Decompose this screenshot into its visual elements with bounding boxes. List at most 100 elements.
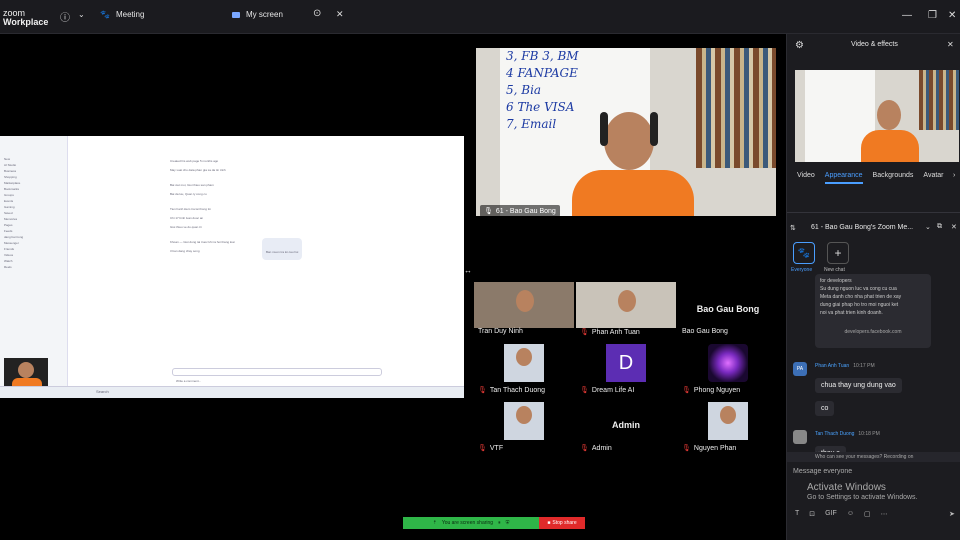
tab-video[interactable]: Video bbox=[797, 172, 815, 184]
participant-tile[interactable]: Bao Gau Bong Bao Gau Bong bbox=[678, 282, 778, 339]
logo-line2: Workplace bbox=[3, 17, 49, 27]
stop-share-button[interactable]: ■ Stop share bbox=[539, 517, 585, 529]
participant-tile[interactable]: Tran Duy Ninh bbox=[474, 282, 574, 339]
pause-icon[interactable]: ⏸ bbox=[498, 520, 501, 526]
send-icon[interactable]: ➤ bbox=[949, 510, 955, 518]
tab-appearance[interactable]: Appearance bbox=[824, 172, 863, 184]
participant-tile[interactable]: D 🎙 Dream Life AI bbox=[576, 340, 676, 397]
taskbar-search[interactable]: Search bbox=[96, 389, 109, 395]
participant-tile[interactable]: 🎙 Tan Thach Duong bbox=[474, 340, 574, 397]
window-close-icon[interactable]: ✕ bbox=[948, 10, 956, 21]
arrow-icon: ⇡ bbox=[432, 520, 437, 526]
participant-name-tag: 🎙 Dream Life AI bbox=[580, 386, 634, 395]
participant-name: Phan Anh Tuan bbox=[591, 328, 640, 336]
mic-muted-icon: 🎙 bbox=[580, 445, 589, 452]
chat-avatar: PA bbox=[793, 362, 807, 376]
resize-handle-icon[interactable]: ↔ bbox=[464, 266, 472, 275]
close-effects-icon[interactable]: ✕ bbox=[947, 40, 954, 49]
shared-post-line: Bai da luu, Quan ly cong cu bbox=[170, 192, 207, 196]
chevron-down-icon[interactable]: ⌄ bbox=[78, 10, 85, 19]
close-chat-icon[interactable]: ✕ bbox=[951, 223, 957, 231]
tab-meeting-label: Meeting bbox=[115, 10, 145, 19]
new-chat-plus-icon[interactable]: + bbox=[827, 242, 849, 264]
mic-muted-icon: 🎙 bbox=[580, 387, 589, 394]
info-icon[interactable]: ⓘ bbox=[60, 9, 70, 24]
minimize-icon[interactable]: — bbox=[902, 10, 912, 21]
participant-tile[interactable]: 🎙 Phong Nguyen bbox=[678, 340, 778, 397]
participant-name: Tran Duy Ninh bbox=[478, 328, 523, 335]
video-effects-title: Video & effects bbox=[851, 41, 898, 48]
chat-bubble[interactable]: chua thay ung dung vao bbox=[815, 378, 902, 393]
paw-icon: 🐾 bbox=[100, 10, 110, 19]
tab-meeting[interactable]: 🐾 Meeting bbox=[100, 10, 144, 19]
shared-screen[interactable]: New AI Studio Business Shopping Marketplace B… bbox=[0, 136, 464, 398]
chat-sender[interactable]: Phan Anh Tuan bbox=[815, 363, 849, 369]
tab-avatar[interactable]: Avatar bbox=[923, 172, 943, 184]
participant-tile[interactable]: 🎙 VTF bbox=[474, 398, 574, 455]
screenshot-icon[interactable]: ⊡ bbox=[809, 510, 815, 518]
activate-windows-title: Activate Windows bbox=[807, 482, 886, 493]
shared-link-card[interactable]: for developers Su dung nguon luc va cong … bbox=[815, 274, 931, 348]
mic-muted-icon: 🎙 bbox=[478, 445, 487, 452]
participant-name-tag: 🎙 Tan Thach Duong bbox=[478, 386, 545, 395]
stop-share-label: Stop share bbox=[552, 520, 577, 526]
card-line: noi va phat trien kinh doanh. bbox=[820, 310, 883, 316]
more-icon[interactable]: ⋯ bbox=[881, 510, 888, 518]
participant-name: Phong Nguyen bbox=[693, 386, 741, 394]
chat-dropdown-icon[interactable]: ⌄ bbox=[925, 223, 931, 231]
visibility-note[interactable]: Who can see your messages? Recording on bbox=[787, 452, 960, 462]
participant-name: Nguyen Phan bbox=[693, 444, 737, 452]
message-input[interactable]: Message everyone bbox=[793, 468, 852, 475]
restore-icon[interactable]: ❐ bbox=[928, 10, 937, 21]
tab-my-screen[interactable]: My screen bbox=[232, 10, 283, 19]
chat-collapse-icon[interactable]: ⇅ bbox=[790, 224, 796, 232]
shared-post-line: Tien hanh kiem tra lai thong tin bbox=[170, 207, 211, 211]
more-options-icon[interactable]: ⊙ bbox=[313, 8, 321, 19]
visibility-note-text: Who can see your messages? Recording on bbox=[815, 454, 914, 460]
card-line: dung giai phap ho tro moi nguoi ket bbox=[820, 302, 899, 308]
card-line: for developers bbox=[820, 278, 852, 284]
card-link[interactable]: developers.facebook.com bbox=[820, 329, 926, 335]
activate-windows-sub: Go to Settings to activate Windows. bbox=[807, 494, 918, 501]
text-format-icon[interactable]: T bbox=[795, 510, 799, 518]
gallery-grid: Tran Duy Ninh 🎙 Phan Anh Tuan Bao Gau Bong B… bbox=[474, 282, 778, 455]
participant-tile[interactable]: 🎙 Nguyen Phan bbox=[678, 398, 778, 455]
comment-input[interactable]: Write a comment... bbox=[172, 368, 382, 383]
sharing-label: You are screen sharing bbox=[441, 520, 494, 526]
chat-sender[interactable]: Tan Thach Duong bbox=[815, 431, 854, 437]
participant-name: VTF bbox=[489, 444, 504, 452]
file-icon[interactable]: ▢ bbox=[864, 510, 871, 518]
effects-tabs: Video Appearance Backgrounds Avatar bbox=[797, 172, 944, 184]
preview-bookshelf bbox=[919, 70, 959, 130]
shield-icon: ⛨ bbox=[505, 520, 510, 526]
emoji-picker-icon[interactable]: ☺ bbox=[847, 510, 854, 518]
chat-bubble[interactable]: co bbox=[815, 401, 835, 416]
popout-icon[interactable]: ⧉ bbox=[937, 223, 942, 231]
shared-bubble-text: Ban muon tra loi cau hoi bbox=[266, 250, 299, 254]
tabs-next-icon[interactable]: › bbox=[953, 172, 955, 179]
sharing-status[interactable]: ⇡ You are screen sharing ⏸ ⛨ bbox=[403, 517, 539, 529]
participant-tile[interactable]: 🎙 Phan Anh Tuan bbox=[576, 282, 676, 339]
everyone-paw-icon[interactable]: 🐾 bbox=[793, 242, 815, 264]
settings-gear-icon[interactable]: ⚙ bbox=[795, 40, 804, 51]
participant-photo-head bbox=[516, 348, 532, 366]
right-panel: ⚙ Video & effects ✕ Video Appearance Backg… bbox=[786, 34, 960, 540]
close-tab-icon[interactable]: ✕ bbox=[336, 9, 344, 20]
card-line: Su dung nguon luc va cong cu cua bbox=[820, 286, 897, 292]
shared-sidebar-item[interactable]: Reels bbox=[4, 264, 12, 270]
shared-post-line: Created his web page 5 months ago bbox=[170, 159, 219, 163]
gif-icon[interactable]: GIF bbox=[825, 510, 837, 518]
tab-my-screen-label: My screen bbox=[246, 10, 283, 19]
participant-name-tag: Bao Gau Bong bbox=[682, 328, 728, 335]
panel-divider bbox=[787, 212, 960, 213]
participant-display-name: Admin bbox=[612, 420, 640, 430]
tab-backgrounds[interactable]: Backgrounds bbox=[873, 172, 914, 184]
everyone-label: Everyone bbox=[791, 267, 813, 273]
preview-shirt bbox=[861, 130, 919, 162]
participant-tile[interactable]: Admin 🎙 Admin bbox=[576, 398, 676, 455]
shared-post-line: Gioi thieu ve do quan tri bbox=[170, 225, 202, 229]
board-line: 4 FANPAGE bbox=[506, 66, 578, 80]
active-speaker-video[interactable]: 3, FB 3, BM 4 FANPAGE 5, Bia 6 The VISA 7, E… bbox=[476, 48, 776, 216]
screen-sharing-bar: ⇡ You are screen sharing ⏸ ⛨ ■ Stop shar… bbox=[403, 517, 585, 529]
shared-post-line: Chi 17 binh luan duoc an bbox=[170, 216, 204, 220]
